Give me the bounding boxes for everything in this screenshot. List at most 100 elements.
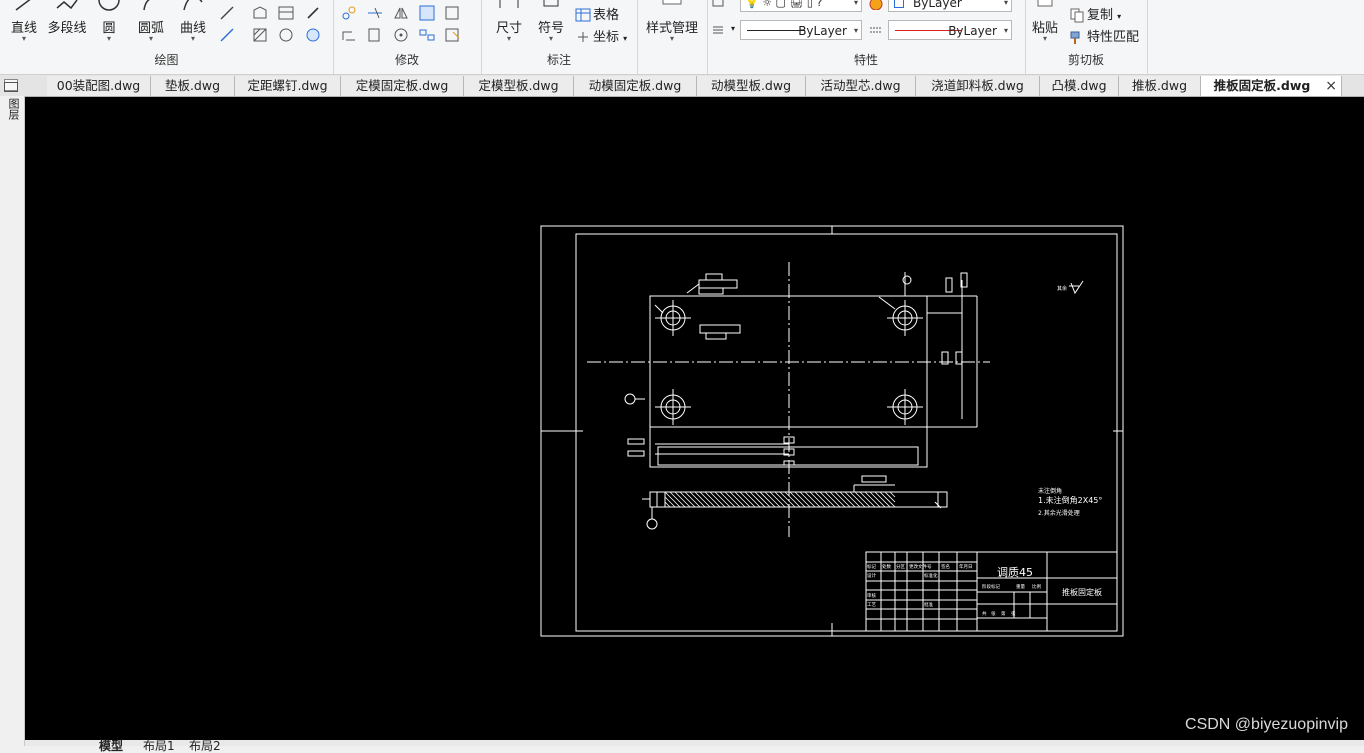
polyline-button[interactable]: 多段线	[44, 0, 90, 50]
layout-tab-layout1[interactable]: 布局1	[143, 740, 175, 752]
color-dropdown[interactable]: ByLayer ▾	[888, 20, 1012, 40]
chevron-down-icon: ▾	[1003, 26, 1008, 35]
copy-obj-icon[interactable]	[366, 26, 384, 44]
layout-tab-layout2[interactable]: 布局2	[189, 740, 221, 752]
array-icon[interactable]	[418, 26, 436, 44]
tech-note-title: 未注倒角	[1038, 487, 1062, 495]
chevron-down-icon: ▾	[669, 34, 674, 43]
lineweight-icon[interactable]	[710, 21, 728, 39]
explode-icon[interactable]	[444, 26, 462, 44]
layout-tabbar: 模型 布局1 布局2	[25, 740, 1364, 752]
chevron-down-icon: ▾	[106, 34, 111, 43]
drawing-canvas[interactable]: 调质45 推板固定板 未注倒角 1.未注倒角2X45° 2.其余光滑处理 其余 …	[25, 97, 1364, 740]
table-icon	[575, 8, 591, 22]
title-block-label: 更改文件号	[909, 563, 932, 570]
layer-value: ByLayer	[913, 0, 962, 10]
tab-label: 浇道卸料板.dwg	[931, 78, 1024, 93]
hatch-line	[664, 501, 671, 508]
tech-note-line-2: 2.其余光滑处理	[1038, 509, 1080, 517]
table-button[interactable]: 表格	[575, 4, 619, 23]
color-value: ByLayer	[948, 24, 997, 38]
left-palette-strip: 图层	[0, 82, 25, 746]
layout-tab-model[interactable]: 模型	[99, 740, 123, 752]
watermark-text: CSDN @biyezuopinvip	[1185, 716, 1348, 733]
chevron-down-icon: ▾	[148, 34, 153, 43]
tab-label: 凸模.dwg	[1051, 78, 1107, 93]
construction-line-icon[interactable]	[218, 4, 236, 22]
tab-moving-cavity-plate[interactable]: 动模型板.dwg	[697, 76, 806, 96]
ribbon: 直线 ▾ 多段线 圆 ▾ 圆弧 ▾ 曲线 ▾ 绘图 修改 尺寸 ▾ 符号 ▾ 表…	[0, 0, 1364, 75]
title-block-label: 分区	[896, 563, 905, 570]
tab-assembly[interactable]: 00装配图.dwg	[47, 76, 151, 96]
layer-dropdown[interactable]: ByLayer ▾	[888, 0, 1012, 12]
color-wheel-icon	[867, 0, 885, 10]
style-manager-button[interactable]: 样式管理 ▾	[641, 0, 703, 50]
stretch-icon[interactable]	[340, 26, 358, 44]
boundary-icon[interactable]	[277, 26, 295, 44]
linetype-dropdown[interactable]: ByLayer ▾	[740, 20, 862, 40]
match-props-button[interactable]: 特性匹配	[1069, 26, 1139, 45]
modify-group: 修改	[333, 0, 482, 74]
annotate-group-label: 标注	[546, 53, 571, 67]
chevron-down-icon: ▾	[731, 24, 736, 33]
sheet-outer-border	[540, 225, 1124, 637]
properties-group: 💡 ☼ ▢ 🖨 ▯ ? ▾ ByLayer ▾ ▾ ByLayer ▾ ByLa…	[707, 0, 1026, 74]
tab-moving-fixed-plate[interactable]: 动模固定板.dwg	[574, 76, 697, 96]
trim-icon[interactable]	[366, 4, 384, 22]
material-text: 调质45	[997, 566, 1033, 579]
title-block-label: 审核	[867, 592, 876, 599]
region-icon[interactable]	[251, 4, 269, 22]
rectangle-icon[interactable]	[444, 4, 462, 22]
style-manager-icon	[662, 0, 682, 5]
paste-button[interactable]: 粘贴 ▾	[1027, 0, 1063, 50]
revcloud-icon[interactable]	[304, 26, 322, 44]
tech-note-line-1: 1.未注倒角2X45°	[1038, 495, 1102, 505]
layer-props-icon[interactable]	[710, 0, 728, 10]
hatch-icon[interactable]	[251, 26, 269, 44]
coordinate-icon	[578, 32, 588, 42]
curve-button[interactable]: 曲线 ▾	[174, 0, 212, 50]
tab-label: 推板.dwg	[1131, 78, 1188, 93]
tab-fixed-cavity-plate[interactable]: 定模型板.dwg	[464, 76, 574, 96]
hatch-line	[889, 491, 896, 498]
tab-push-plate[interactable]: 推板.dwg	[1119, 76, 1201, 96]
tab-punch[interactable]: 凸模.dwg	[1040, 76, 1119, 96]
layer-palette-label[interactable]: 图层	[5, 98, 20, 120]
arc-button[interactable]: 圆弧 ▾	[132, 0, 170, 50]
close-icon[interactable]: ×	[1325, 76, 1337, 96]
tab-fixed-mold-plate[interactable]: 定模固定板.dwg	[341, 76, 464, 96]
line-button[interactable]: 直线 ▾	[4, 0, 44, 50]
symbol-button[interactable]: 符号 ▾	[531, 0, 571, 50]
coordinate-button[interactable]: 坐标 ▾	[575, 26, 627, 45]
layer-state-dropdown[interactable]: 💡 ☼ ▢ 🖨 ▯ ? ▾	[740, 0, 862, 12]
tab-movable-core[interactable]: 活动型芯.dwg	[806, 76, 916, 96]
tab-runner-stripper[interactable]: 浇道卸料板.dwg	[916, 76, 1040, 96]
linetype-preview	[747, 30, 805, 31]
tab-stop-screw[interactable]: 定距螺钉.dwg	[235, 76, 341, 96]
cad-drawing: 调质45 推板固定板 未注倒角 1.未注倒角2X45° 2.其余光滑处理 其余 …	[540, 225, 1124, 637]
move-icon[interactable]	[340, 4, 358, 22]
dimension-button[interactable]: 尺寸 ▾	[489, 0, 529, 50]
hatch-line	[884, 491, 896, 503]
coordinate-label: 坐标	[593, 30, 620, 45]
point-icon[interactable]	[304, 4, 322, 22]
rotate-icon[interactable]	[392, 26, 410, 44]
circle-button[interactable]: 圆 ▾	[92, 0, 126, 50]
scale-icon[interactable]	[418, 4, 436, 22]
chevron-down-icon: ▾	[1042, 34, 1047, 43]
match-props-label: 特性匹配	[1087, 30, 1140, 45]
tab-label: 定模固定板.dwg	[355, 78, 449, 93]
part-name-text: 推板固定板	[1062, 587, 1102, 597]
linestyle-icon[interactable]	[867, 21, 885, 39]
tab-push-plate-fixed[interactable]: 推板固定板.dwg ×	[1201, 76, 1342, 96]
ray-icon[interactable]	[218, 26, 236, 44]
table-draw-icon[interactable]	[277, 4, 295, 22]
symbol-icon	[543, 0, 559, 7]
layer-palette-icon[interactable]	[4, 82, 18, 92]
tab-backing-plate[interactable]: 垫板.dwg	[151, 76, 235, 96]
mirror-icon[interactable]	[392, 4, 410, 22]
tab-label: 00装配图.dwg	[56, 78, 141, 93]
draw-group: 直线 ▾ 多段线 圆 ▾ 圆弧 ▾ 曲线 ▾ 绘图	[0, 0, 334, 74]
draw-group-label: 绘图	[154, 53, 179, 67]
copy-button[interactable]: 复制 ▾	[1069, 4, 1121, 23]
